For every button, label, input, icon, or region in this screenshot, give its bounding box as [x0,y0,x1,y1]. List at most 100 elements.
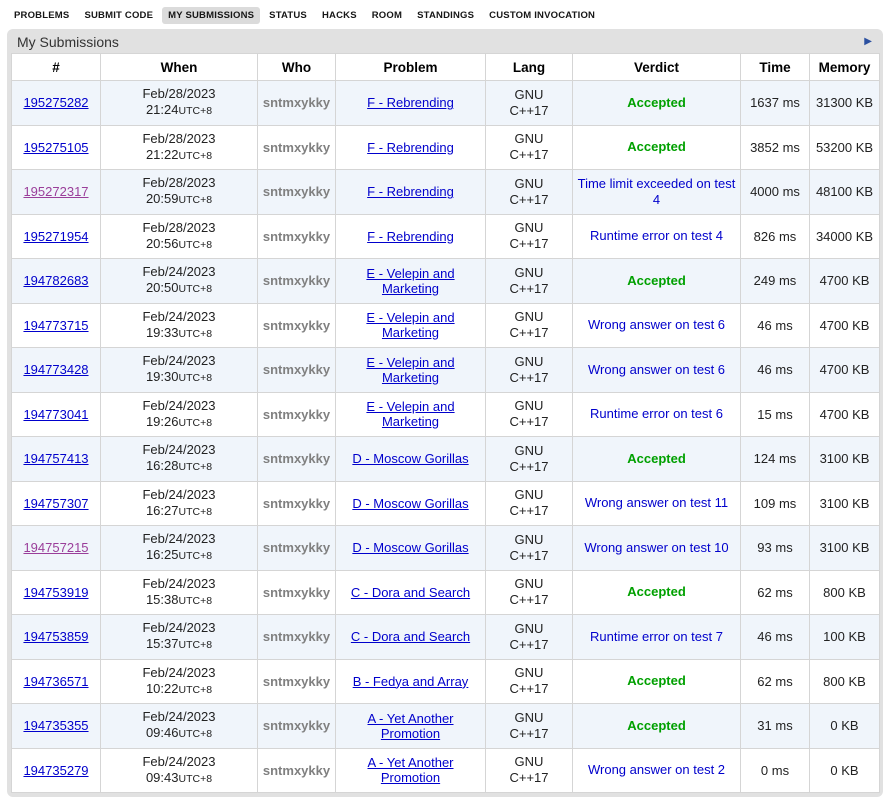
problem-link[interactable]: F - Rebrending [367,95,454,110]
nav-item-hacks[interactable]: HACKS [316,7,363,24]
submission-verdict: Wrong answer on test 11 [573,481,741,526]
nav-item-my-submissions[interactable]: MY SUBMISSIONS [162,7,260,24]
user-link[interactable]: sntmxykky [263,763,330,778]
column-header-verdict: Verdict [573,54,741,81]
problem-link[interactable]: D - Moscow Gorillas [352,496,468,511]
submission-timezone: UTC+8 [178,417,212,429]
user-link[interactable]: sntmxykky [263,140,330,155]
problem-link[interactable]: A - Yet Another Promotion [367,711,453,741]
submission-lang: GNU C++17 [486,659,573,704]
submission-memory: 0 KB [810,748,880,793]
submission-time-of-day: 15:37UTC+8 [105,636,253,653]
submission-lang: GNU C++17 [486,481,573,526]
user-link[interactable]: sntmxykky [263,585,330,600]
submission-when: Feb/28/2023 20:59UTC+8 [101,170,258,215]
submission-verdict: Runtime error on test 4 [573,214,741,259]
user-link[interactable]: sntmxykky [263,273,330,288]
submission-memory: 100 KB [810,615,880,660]
submission-id-link[interactable]: 194757307 [23,496,88,511]
submission-id-link[interactable]: 194757413 [23,451,88,466]
submission-timezone: UTC+8 [178,283,212,295]
submission-exec-time: 46 ms [741,303,810,348]
submission-timezone: UTC+8 [178,728,212,740]
nav-item-problems[interactable]: PROBLEMS [8,7,75,24]
nav-item-custom-invocation[interactable]: CUSTOM INVOCATION [483,7,601,24]
submission-id-link[interactable]: 194773715 [23,318,88,333]
submission-when: Feb/24/2023 15:38UTC+8 [101,570,258,615]
submission-id-link[interactable]: 194782683 [23,273,88,288]
problem-link[interactable]: C - Dora and Search [351,585,470,600]
problem-link[interactable]: A - Yet Another Promotion [367,755,453,785]
user-link[interactable]: sntmxykky [263,184,330,199]
submission-id-link[interactable]: 195275105 [23,140,88,155]
nav-item-submit-code[interactable]: SUBMIT CODE [78,7,159,24]
user-link[interactable]: sntmxykky [263,451,330,466]
submission-date: Feb/24/2023 [105,442,253,458]
submission-memory: 800 KB [810,570,880,615]
submission-timezone: UTC+8 [178,372,212,384]
user-link[interactable]: sntmxykky [263,674,330,689]
user-link[interactable]: sntmxykky [263,496,330,511]
problem-link[interactable]: F - Rebrending [367,140,454,155]
problem-link[interactable]: B - Fedya and Array [353,674,469,689]
user-link[interactable]: sntmxykky [263,407,330,422]
problem-link[interactable]: D - Moscow Gorillas [352,451,468,466]
table-row: 194773715 Feb/24/2023 19:33UTC+8 sntmxyk… [12,303,880,348]
submission-lang: GNU C++17 [486,704,573,749]
collapse-arrow-icon[interactable]: ▶ [864,37,875,47]
problem-link[interactable]: D - Moscow Gorillas [352,540,468,555]
submission-exec-time: 46 ms [741,615,810,660]
submission-timezone: UTC+8 [178,105,212,117]
nav-item-status[interactable]: STATUS [263,7,313,24]
submission-id-link[interactable]: 194757215 [23,540,88,555]
submission-id-link[interactable]: 195272317 [23,184,88,199]
problem-link[interactable]: F - Rebrending [367,229,454,244]
nav-item-standings[interactable]: STANDINGS [411,7,480,24]
submission-verdict: Accepted [573,259,741,304]
submission-id-link[interactable]: 195271954 [23,229,88,244]
submission-id-link[interactable]: 194773428 [23,362,88,377]
submission-id-link[interactable]: 195275282 [23,95,88,110]
submission-date: Feb/24/2023 [105,264,253,280]
submission-lang: GNU C++17 [486,170,573,215]
submission-timezone: UTC+8 [178,595,212,607]
user-link[interactable]: sntmxykky [263,95,330,110]
nav-item-room[interactable]: ROOM [366,7,408,24]
panel-caption: My Submissions ▶ [11,29,879,53]
submission-lang: GNU C++17 [486,748,573,793]
submission-time-of-day: 21:22UTC+8 [105,147,253,164]
submission-time-of-day: 20:56UTC+8 [105,236,253,253]
submissions-table: #WhenWhoProblemLangVerdictTimeMemory 195… [11,53,880,793]
problem-link[interactable]: E - Velepin and Marketing [366,355,454,385]
submission-id-link[interactable]: 194753859 [23,629,88,644]
table-row: 195275105 Feb/28/2023 21:22UTC+8 sntmxyk… [12,125,880,170]
problem-link[interactable]: C - Dora and Search [351,629,470,644]
submission-verdict: Accepted [573,81,741,126]
user-link[interactable]: sntmxykky [263,629,330,644]
problem-link[interactable]: E - Velepin and Marketing [366,310,454,340]
submission-date: Feb/24/2023 [105,665,253,681]
submission-lang: GNU C++17 [486,303,573,348]
problem-link[interactable]: F - Rebrending [367,184,454,199]
problem-link[interactable]: E - Velepin and Marketing [366,399,454,429]
submissions-panel: My Submissions ▶ #WhenWhoProblemLangVerd… [7,29,883,797]
user-link[interactable]: sntmxykky [263,718,330,733]
submission-id-link[interactable]: 194773041 [23,407,88,422]
submission-id-link[interactable]: 194735279 [23,763,88,778]
submission-date: Feb/24/2023 [105,709,253,725]
user-link[interactable]: sntmxykky [263,362,330,377]
problem-link[interactable]: E - Velepin and Marketing [366,266,454,296]
submission-exec-time: 93 ms [741,526,810,571]
submission-id-link[interactable]: 194735355 [23,718,88,733]
submission-id-link[interactable]: 194753919 [23,585,88,600]
submission-exec-time: 1637 ms [741,81,810,126]
submission-verdict: Accepted [573,125,741,170]
submission-date: Feb/24/2023 [105,754,253,770]
submission-id-link[interactable]: 194736571 [23,674,88,689]
submission-memory: 4700 KB [810,348,880,393]
submission-time-of-day: 16:28UTC+8 [105,458,253,475]
user-link[interactable]: sntmxykky [263,540,330,555]
user-link[interactable]: sntmxykky [263,318,330,333]
table-row: 194773041 Feb/24/2023 19:26UTC+8 sntmxyk… [12,392,880,437]
user-link[interactable]: sntmxykky [263,229,330,244]
